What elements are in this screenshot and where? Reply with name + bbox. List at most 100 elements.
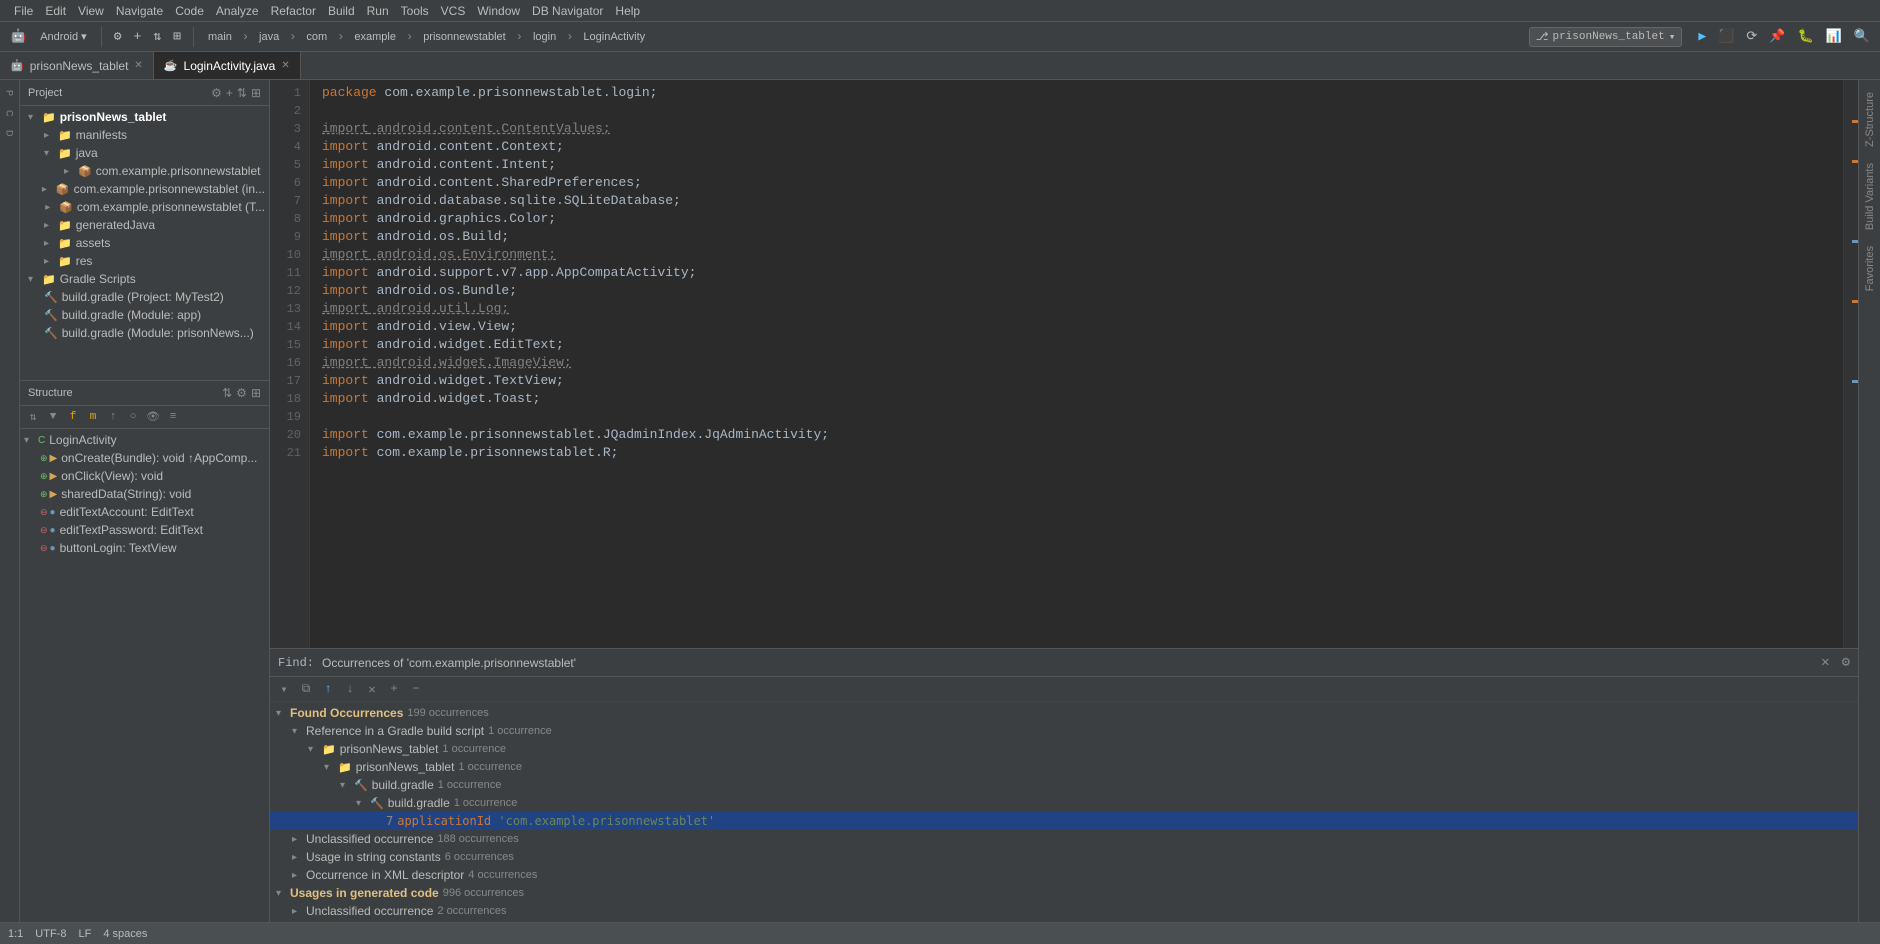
structure-expand-icon[interactable]: ⊞ xyxy=(251,386,261,400)
tree-item-build3[interactable]: 🔨 build.gradle (Module: prisonNews...) xyxy=(20,324,269,342)
struct-fields-btn[interactable]: f xyxy=(64,408,82,426)
project-tree[interactable]: ▾ 📁 prisonNews_tablet ▸ 📁 manifests ▾ 📁 … xyxy=(20,106,269,380)
menu-item-window[interactable]: Window xyxy=(471,4,526,18)
tree-item-com1[interactable]: ▸ 📦 com.example.prisonnewstablet xyxy=(20,162,269,180)
struct-edittextpassword[interactable]: ⊖ ● editTextPassword: EditText xyxy=(20,521,269,539)
tree-item-java[interactable]: ▾ 📁 java xyxy=(20,144,269,162)
menu-item-navigate[interactable]: Navigate xyxy=(110,4,169,18)
find-unclassified[interactable]: ▸ Unclassified occurrence 188 occurrence… xyxy=(270,830,1858,848)
side-tab-z-structure[interactable]: Z-Structure xyxy=(1862,84,1878,155)
toolbar-icon-5[interactable]: 📊 xyxy=(1822,27,1846,46)
find-nav-next[interactable]: ↓ xyxy=(340,679,360,699)
tree-item-root[interactable]: ▾ 📁 prisonNews_tablet xyxy=(20,108,269,126)
branch-selector[interactable]: ⎇ prisonNews_tablet ▾ xyxy=(1529,27,1683,47)
find-gradle-ref[interactable]: ▾ Reference in a Gradle build script 1 o… xyxy=(270,722,1858,740)
tree-item-com3[interactable]: ▸ 📦 com.example.prisonnewstablet (T... xyxy=(20,198,269,216)
structure-tree[interactable]: ▾ C LoginActivity ⊕ ▶ onCreate(Bundle): … xyxy=(20,429,269,922)
side-tab-favorites[interactable]: Favorites xyxy=(1862,238,1878,299)
struct-filter-btn[interactable]: ▼ xyxy=(44,408,62,426)
menu-item-refactor[interactable]: Refactor xyxy=(265,4,322,18)
menu-item-view[interactable]: View xyxy=(72,4,110,18)
find-minus-btn[interactable]: − xyxy=(406,679,426,699)
tree-item-res[interactable]: ▸ 📁 res xyxy=(20,252,269,270)
struct-inherited-btn[interactable]: ↑ xyxy=(104,408,122,426)
find-appid-line[interactable]: 7 applicationId 'com.example.prisonnewst… xyxy=(270,812,1858,830)
tree-item-build2[interactable]: 🔨 build.gradle (Module: app) xyxy=(20,306,269,324)
structure-sort-icon[interactable]: ⇅ xyxy=(222,386,232,400)
breadcrumb-prisonnewstablet[interactable]: prisonnewstablet xyxy=(417,29,512,45)
breadcrumb-example[interactable]: example xyxy=(348,29,402,45)
run-button[interactable]: ▶ xyxy=(1694,27,1710,46)
tab-prisonnews-close[interactable]: ✕ xyxy=(134,60,142,71)
find-xml-occurrence[interactable]: ▸ Occurrence in XML descriptor 4 occurre… xyxy=(270,866,1858,884)
project-tab-btn[interactable]: P xyxy=(1,84,19,102)
android-dropdown[interactable]: Android ▾ xyxy=(34,28,93,45)
struct-shareddata[interactable]: ⊕ ▶ sharedData(String): void xyxy=(20,485,269,503)
tree-item-gradle-scripts[interactable]: ▾ 📁 Gradle Scripts xyxy=(20,270,269,288)
struct-buttonlogin[interactable]: ⊖ ● buttonLogin: TextView xyxy=(20,539,269,557)
tree-item-generated[interactable]: ▸ 📁 generatedJava xyxy=(20,216,269,234)
tree-item-assets[interactable]: ▸ 📁 assets xyxy=(20,234,269,252)
code-area[interactable]: package com.example.prisonnewstablet.log… xyxy=(310,80,1843,648)
structure-settings-icon[interactable]: ⚙ xyxy=(236,386,247,400)
sort-icon[interactable]: ⇅ xyxy=(149,27,165,46)
struct-show-icon[interactable]: 👁 xyxy=(144,408,162,426)
breadcrumb-loginactivity[interactable]: LoginActivity xyxy=(577,29,651,45)
struct-onclick[interactable]: ⊕ ▶ onClick(View): void xyxy=(20,467,269,485)
menu-item-help[interactable]: Help xyxy=(609,4,646,18)
find-results[interactable]: ▾ Found Occurrences 199 occurrences ▾ Re… xyxy=(270,702,1858,922)
find-filter-btn[interactable]: ⧉ xyxy=(296,679,316,699)
find-root-header[interactable]: ▾ Found Occurrences 199 occurrences xyxy=(270,704,1858,722)
struct-methods-btn[interactable]: m xyxy=(84,408,102,426)
project-expand-icon[interactable]: ⊞ xyxy=(251,86,261,100)
menu-item-build[interactable]: Build xyxy=(322,4,361,18)
add-icon[interactable]: + xyxy=(130,27,146,46)
breadcrumb-login[interactable]: login xyxy=(527,29,562,45)
find-build2[interactable]: ▾ 🔨 build.gradle 1 occurrence xyxy=(270,794,1858,812)
tree-item-build1[interactable]: 🔨 build.gradle (Project: MyTest2) xyxy=(20,288,269,306)
find-prison2[interactable]: ▾ 📁 prisonNews_tablet 1 occurrence xyxy=(270,758,1858,776)
menu-item-analyze[interactable]: Analyze xyxy=(210,4,265,18)
tab-loginactivity[interactable]: ☕ LoginActivity.java ✕ xyxy=(154,52,301,79)
menu-item-tools[interactable]: Tools xyxy=(395,4,435,18)
side-tab-build-variants[interactable]: Build Variants xyxy=(1862,155,1878,238)
toolbar-icon-2[interactable]: ⟳ xyxy=(1742,27,1761,46)
struct-collapse-btn[interactable]: ≡ xyxy=(164,408,182,426)
struct-edittextaccount[interactable]: ⊖ ● editTextAccount: EditText xyxy=(20,503,269,521)
toolbar-icon-4[interactable]: 🐛 xyxy=(1793,27,1817,46)
toolbar-icon-1[interactable]: ⬛ xyxy=(1714,27,1738,46)
project-sort-icon[interactable]: ⇅ xyxy=(237,86,247,100)
breadcrumb-com[interactable]: com xyxy=(300,29,333,45)
breadcrumb-main[interactable]: main xyxy=(202,29,238,45)
settings-icon[interactable]: ⚙ xyxy=(110,27,126,46)
find-gen-unclassified[interactable]: ▸ Unclassified occurrence 2 occurrences xyxy=(270,902,1858,920)
tab-prisonnews[interactable]: 🤖 prisonNews_tablet ✕ xyxy=(0,52,154,79)
struct-class-loginactivity[interactable]: ▾ C LoginActivity xyxy=(20,431,269,449)
menu-item-file[interactable]: File xyxy=(8,4,39,18)
find-prison1[interactable]: ▾ 📁 prisonNews_tablet 1 occurrence xyxy=(270,740,1858,758)
captures-tab-btn[interactable]: C xyxy=(1,104,19,122)
find-nav-prev[interactable]: ↑ xyxy=(318,679,338,699)
tree-item-manifests[interactable]: ▸ 📁 manifests xyxy=(20,126,269,144)
project-settings-icon[interactable]: ⚙ xyxy=(211,86,222,100)
breadcrumb-java[interactable]: java xyxy=(253,29,285,45)
menu-item-run[interactable]: Run xyxy=(361,4,395,18)
toolbar-icon-6[interactable]: 🔍 xyxy=(1850,27,1874,46)
find-generated-header[interactable]: ▾ Usages in generated code 996 occurrenc… xyxy=(270,884,1858,902)
toolbar-icon-3[interactable]: 📌 xyxy=(1765,27,1789,46)
menu-item-db-navigator[interactable]: DB Navigator xyxy=(526,4,609,18)
expand-icon[interactable]: ⊞ xyxy=(169,27,185,46)
menu-item-vcs[interactable]: VCS xyxy=(435,4,472,18)
find-string-usage[interactable]: ▸ Usage in string constants 6 occurrence… xyxy=(270,848,1858,866)
db-browser-tab-btn[interactable]: D xyxy=(1,124,19,142)
find-settings-icon[interactable]: ⚙ xyxy=(1842,654,1850,671)
find-close-btn[interactable]: ✕ xyxy=(1821,654,1829,671)
code-content[interactable]: 12345 678910 1112131415 161718192021 pac… xyxy=(270,80,1858,648)
project-add-icon[interactable]: + xyxy=(226,86,233,100)
find-build1[interactable]: ▾ 🔨 build.gradle 1 occurrence xyxy=(270,776,1858,794)
struct-anon-btn[interactable]: ○ xyxy=(124,408,142,426)
tab-loginactivity-close[interactable]: ✕ xyxy=(281,60,289,71)
struct-oncreate[interactable]: ⊕ ▶ onCreate(Bundle): void ↑AppComp... xyxy=(20,449,269,467)
find-close-small[interactable]: ✕ xyxy=(362,679,382,699)
tree-item-com2[interactable]: ▸ 📦 com.example.prisonnewstablet (in... xyxy=(20,180,269,198)
